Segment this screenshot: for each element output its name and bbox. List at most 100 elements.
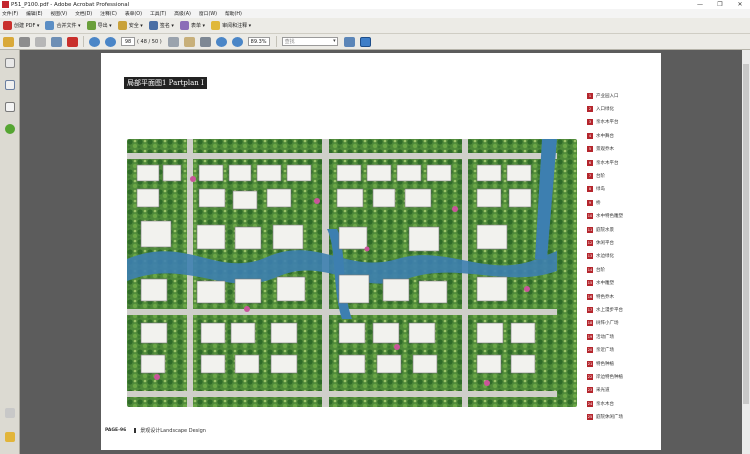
legend-label: 水边绿化 — [596, 254, 614, 260]
page-number-input[interactable]: 98 — [121, 37, 135, 46]
legend-label: 台阶 — [596, 174, 605, 180]
legend-item: 6 亲水木平台 — [587, 156, 657, 169]
previous-page-icon[interactable] — [89, 36, 100, 47]
legend-label: 亲近广场 — [596, 348, 614, 354]
menu-tools[interactable]: 工具(T) — [150, 10, 166, 17]
legend-label: 水中舞台 — [596, 133, 614, 139]
zoom-level-input[interactable]: 89.3% — [247, 37, 270, 46]
open-folder-icon[interactable] — [3, 36, 14, 47]
legend-number-badge: 8 — [587, 186, 593, 193]
legend-item: 8 绿岛 — [587, 183, 657, 196]
legend-item: 11 庭院水景 — [587, 223, 657, 236]
legend-number-badge: 14 — [587, 266, 593, 273]
legend-item: 5 景观乔木 — [587, 143, 657, 156]
legend-number-badge: 7 — [587, 173, 593, 180]
print-icon[interactable] — [19, 36, 30, 47]
attachments-icon[interactable] — [5, 80, 15, 90]
legend-number-badge: 6 — [587, 159, 593, 166]
menu-edit[interactable]: 编辑(E) — [26, 10, 42, 17]
export-button[interactable]: 导出 ▾ — [86, 20, 112, 32]
acrobat-app-icon — [2, 1, 9, 8]
sign-button[interactable]: 签名 ▾ — [148, 20, 174, 32]
menu-comments[interactable]: 注释(C) — [100, 10, 117, 17]
signatures-icon[interactable] — [5, 102, 15, 112]
legend-item: 24 亲水木台 — [587, 397, 657, 410]
select-tool-icon[interactable] — [167, 36, 179, 47]
hand-tool-icon[interactable] — [183, 36, 195, 47]
menu-file[interactable]: 文件(F) — [2, 10, 18, 17]
legend-number-badge: 11 — [587, 226, 593, 233]
menu-view[interactable]: 视图(V) — [50, 10, 67, 17]
export-icon — [86, 21, 96, 30]
menu-document[interactable]: 文档(D) — [75, 10, 92, 17]
close-button[interactable]: ✕ — [730, 0, 750, 9]
adobe-tools-icon[interactable] — [67, 36, 78, 47]
legend-label: 入口绿化 — [596, 107, 614, 113]
zoom-in-icon[interactable] — [231, 36, 243, 47]
pages-icon[interactable] — [5, 58, 15, 68]
legend-item: 7 台阶 — [587, 169, 657, 182]
create-pdf-button[interactable]: 创建 PDF ▾ — [3, 20, 39, 32]
forms-button[interactable]: 表单 ▾ — [179, 20, 205, 32]
legend-number-badge: 15 — [587, 280, 593, 287]
legend-number-badge: 22 — [587, 373, 593, 380]
combine-files-icon — [45, 21, 55, 30]
attachment-clip-icon[interactable] — [5, 408, 15, 418]
legend-item: 23 采光道 — [587, 384, 657, 397]
page-count: ( 48 / 50 ) — [137, 38, 162, 45]
menu-help[interactable]: 帮助(H) — [225, 10, 242, 17]
email-icon[interactable] — [51, 36, 62, 47]
security-label: 安全 — [128, 23, 139, 29]
legend-label: 岸边特色种植 — [596, 374, 623, 380]
legend-label: 休闲平台 — [596, 240, 614, 246]
page-title: 局部平面图1 Partplan Ⅰ — [124, 77, 207, 89]
chevron-down-icon: ▾ — [138, 22, 143, 29]
fit-page-icon[interactable] — [343, 36, 355, 47]
chevron-down-icon: ▾ — [35, 22, 40, 29]
vertical-scrollbar[interactable] — [742, 50, 750, 454]
zoom-tool-icon[interactable] — [199, 36, 211, 47]
legend-item: 2 入口绿化 — [587, 102, 657, 115]
forms-label: 表单 — [190, 23, 201, 29]
security-button[interactable]: 安全 ▾ — [117, 20, 143, 32]
legend-number-badge: 21 — [587, 360, 593, 367]
legend-number-badge: 9 — [587, 199, 593, 206]
combine-files-button[interactable]: 合并文件 ▾ — [45, 20, 81, 32]
legend-number-badge: 5 — [587, 146, 593, 153]
legend-item: 20 亲近广场 — [587, 343, 657, 356]
legend-number-badge: 12 — [587, 239, 593, 246]
menu-window[interactable]: 窗口(W) — [199, 10, 217, 17]
find-placeholder: 查找 — [284, 39, 295, 45]
legend-number-badge: 2 — [587, 106, 593, 113]
legend-item: 25 庭院休闲广场 — [587, 410, 657, 423]
next-page-icon[interactable] — [105, 36, 116, 47]
combine-files-label: 合并文件 — [56, 23, 77, 29]
full-screen-icon[interactable] — [359, 36, 371, 47]
create-pdf-label: 创建 PDF — [14, 23, 36, 29]
chevron-down-icon: ▾ — [247, 22, 252, 29]
legend-label: 特色乔木 — [596, 294, 614, 300]
legend-label: 活动广场 — [596, 334, 614, 340]
zoom-out-icon[interactable] — [215, 36, 227, 47]
minimize-button[interactable]: — — [690, 0, 710, 9]
task-toolbar: 创建 PDF ▾ 合并文件 ▾ 导出 ▾ 安全 ▾ 签名 ▾ 表单 ▾ 审阅和注… — [0, 18, 750, 34]
help-icon[interactable] — [5, 124, 15, 134]
find-input[interactable]: 查找 ▾ — [281, 37, 338, 46]
legend-item: 4 水中舞台 — [587, 129, 657, 142]
comments-icon[interactable] — [5, 432, 15, 442]
navigation-pane — [0, 50, 20, 454]
legend-label: 绿岛 — [596, 187, 605, 193]
legend-item: 15 水中雕塑 — [587, 276, 657, 289]
review-comment-label: 审阅和注释 — [222, 23, 248, 29]
chevron-down-icon: ▾ — [107, 22, 112, 29]
sign-label: 签名 — [159, 23, 170, 29]
footer-caption: 景观设计Landscape Design — [140, 428, 206, 434]
scrollbar-thumb[interactable] — [743, 64, 749, 404]
restore-button[interactable]: ❐ — [710, 0, 730, 9]
legend-number-badge: 25 — [587, 414, 593, 421]
menu-advanced[interactable]: 高级(A) — [174, 10, 191, 17]
legend-item: 12 休闲平台 — [587, 236, 657, 249]
save-icon[interactable] — [35, 36, 46, 47]
menu-forms[interactable]: 表单(O) — [125, 10, 142, 17]
review-comment-button[interactable]: 审阅和注释 ▾ — [211, 20, 251, 32]
